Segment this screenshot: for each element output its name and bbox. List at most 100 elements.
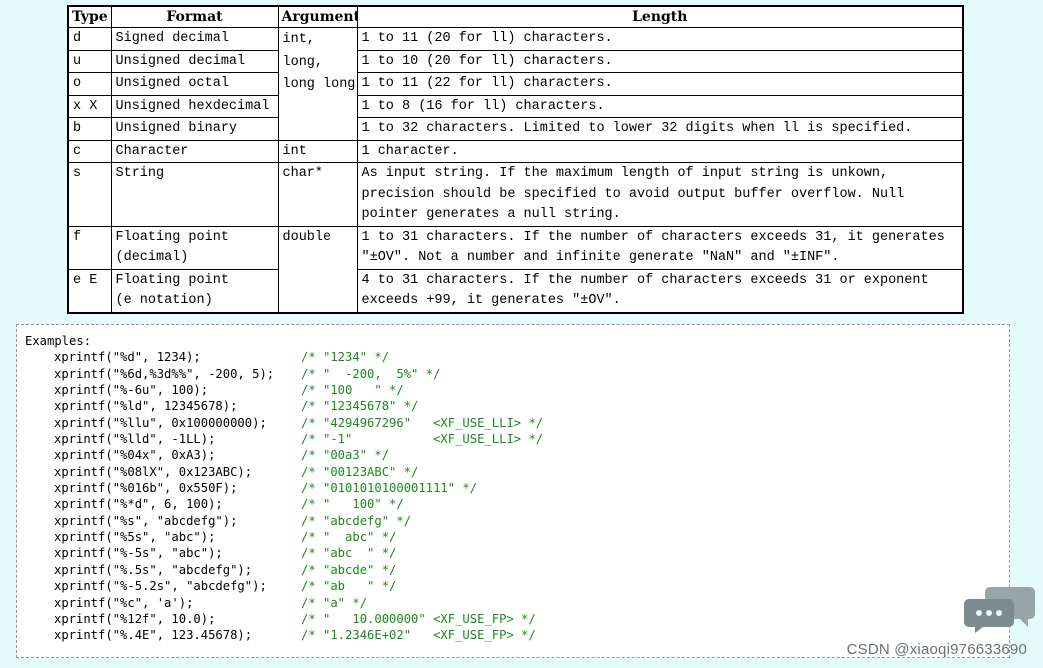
cell-format: Unsigned octal <box>110 72 279 96</box>
example-line: xprintf("%lld", -1LL); /* "-1" <XF_USE_LL… <box>25 431 1009 447</box>
cell-argument-int: int, long, long long <box>277 27 358 141</box>
table-row-c: c Character int 1 character. <box>67 139 964 163</box>
header-argument: Argument <box>277 5 358 28</box>
cell-length: 4 to 31 characters. If the number of cha… <box>356 268 964 313</box>
examples-title: Examples: <box>25 334 92 348</box>
example-comment: /* "abcdefg" */ <box>301 513 412 528</box>
format-line: Floating point <box>115 272 229 288</box>
example-comment: /* "00123ABC" */ <box>301 464 419 479</box>
table-row-b: b Unsigned binary 1 to 32 characters. Li… <box>67 117 964 141</box>
example-line: xprintf("%c", 'a'); /* "a" */ <box>25 595 1009 611</box>
format-line: Floating point <box>115 229 229 245</box>
cell-format: Unsigned hexdecimal <box>110 94 279 118</box>
cell-type: b <box>67 117 112 141</box>
length-line: pointer generates a null string. <box>361 207 621 222</box>
header-length: Length <box>356 5 964 28</box>
length-line: "±OV". Not a number and infinite generat… <box>361 250 840 265</box>
example-line: xprintf("%ld", 12345678); /* "12345678" *… <box>25 398 1009 414</box>
format-line: (e notation) <box>115 293 213 308</box>
example-comment: /* "12345678" */ <box>301 399 419 414</box>
argument-int: int, <box>282 32 315 47</box>
example-code: xprintf("%ld", 12345678); <box>54 399 238 414</box>
table-row-x: x X Unsigned hexdecimal 1 to 8 (16 for l… <box>67 94 964 118</box>
cell-type: d <box>67 27 112 51</box>
cell-format: Floating point (decimal) <box>110 225 279 270</box>
format-line: (decimal) <box>115 250 189 265</box>
cell-type: o <box>67 72 112 96</box>
csdn-watermark: CSDN @xiaoqi976633690 <box>846 641 1027 658</box>
example-line: xprintf("%08lX", 0x123ABC); /* "00123ABC"… <box>25 464 1009 480</box>
argument-long-long: long long <box>282 77 356 92</box>
examples-box: Examples: xprintf("%d", 1234); /* "1234" … <box>16 324 1010 658</box>
example-line: xprintf("%d", 1234); /* "1234" */ <box>25 349 1009 365</box>
example-code: xprintf("%s", "abcdefg"); <box>54 513 238 528</box>
cell-argument: double <box>277 225 358 313</box>
table-header-row: Type Format Argument Length <box>67 5 964 28</box>
cell-length: 1 to 31 characters. If the number of cha… <box>356 225 964 270</box>
example-code: xprintf("%016b", 0x550F); <box>54 481 238 496</box>
header-format: Format <box>110 5 279 28</box>
example-code: xprintf("%lld", -1LL); <box>54 432 216 447</box>
length-line: exceeds +99, it generates "±OV". <box>361 293 621 308</box>
cell-format: Floating point (e notation) <box>110 268 279 313</box>
table-row-f: f Floating point (decimal) double 1 to 3… <box>67 225 964 313</box>
example-comment: /* "1234" */ <box>301 350 390 365</box>
example-comment: /* "00a3" */ <box>301 448 390 463</box>
cell-argument: int <box>277 139 358 163</box>
example-line: xprintf("%5s", "abc"); /* " abc" */ <box>25 529 1009 545</box>
example-comment: /* "-1" <XF_USE_LLI> */ <box>301 432 544 447</box>
chat-dot <box>996 610 1002 616</box>
example-comment: /* " -200, 5%" */ <box>301 366 441 381</box>
example-line: xprintf("%s", "abcdefg"); /* "abcdefg" */ <box>25 513 1009 529</box>
cell-type: x X <box>67 94 112 118</box>
chat-dot <box>986 610 992 616</box>
example-comment: /* "1.2346E+02" <XF_USE_FP> */ <box>301 628 536 643</box>
cell-argument: char* <box>277 162 358 227</box>
cell-format: Signed decimal <box>110 27 279 51</box>
example-code: xprintf("%5s", "abc"); <box>54 530 216 545</box>
table-row-s: s String char* As input string. If the m… <box>67 162 964 227</box>
cell-type: s <box>67 162 112 227</box>
example-comment: /* "100 " */ <box>301 383 404 398</box>
example-line: xprintf("%12f", 10.0); /* " 10.000000" <X… <box>25 611 1009 627</box>
example-comment: /* "a" */ <box>301 595 368 610</box>
cell-type: c <box>67 139 112 163</box>
cell-type: f <box>67 225 112 270</box>
example-comment: /* "0101010100001111" */ <box>301 481 478 496</box>
example-comment: /* " 10.000000" <XF_USE_FP> */ <box>301 611 536 626</box>
table-row-o: o Unsigned octal 1 to 11 (22 for ll) cha… <box>67 72 964 96</box>
argument-long: long, <box>282 54 324 70</box>
example-comment: /* "abcde" */ <box>301 562 397 577</box>
example-code: xprintf("%*d", 6, 100); <box>54 497 223 512</box>
example-comment: /* " abc" */ <box>301 530 397 545</box>
cell-length: 1 to 10 (20 for ll) characters. <box>356 49 964 73</box>
example-line: xprintf("%llu", 0x100000000); /* "4294967… <box>25 415 1009 431</box>
example-line: xprintf("%*d", 6, 100); /* " 100" */ <box>25 496 1009 512</box>
example-comment: /* "ab " */ <box>301 579 397 594</box>
example-code: xprintf("%08lX", 0x123ABC); <box>54 464 253 479</box>
example-code: xprintf("%12f", 10.0); <box>54 611 216 626</box>
cell-format: Character <box>110 139 279 163</box>
example-comment: /* "abc " */ <box>301 546 397 561</box>
cell-length: 1 to 11 (20 for ll) characters. <box>356 27 964 51</box>
example-code: xprintf("%d", 1234); <box>54 350 201 365</box>
chat-dot <box>976 610 982 616</box>
cell-format: Unsigned binary <box>110 117 279 141</box>
cell-length: 1 to 8 (16 for ll) characters. <box>356 94 964 118</box>
example-code: xprintf("%-5s", "abc"); <box>54 546 223 561</box>
example-code: xprintf("%c", 'a'); <box>54 595 194 610</box>
example-line: xprintf("%04x", 0xA3); /* "00a3" */ <box>25 447 1009 463</box>
cell-length: 1 to 11 (22 for ll) characters. <box>356 72 964 96</box>
example-code: xprintf("%6d,%3d%%", -200, 5); <box>54 366 275 381</box>
cell-type: e E <box>67 268 112 313</box>
examples-list: xprintf("%d", 1234); /* "1234" */ xprintf… <box>25 349 1009 643</box>
length-line: 4 to 31 characters. If the number of cha… <box>361 272 929 288</box>
example-line: xprintf("%-5.2s", "abcdefg"); /* "ab " */ <box>25 578 1009 594</box>
example-line: xprintf("%-5s", "abc"); /* "abc " */ <box>25 545 1009 561</box>
example-code: xprintf("%.4E", 123.45678); <box>54 628 253 643</box>
example-code: xprintf("%llu", 0x100000000); <box>54 415 267 430</box>
length-line: As input string. If the maximum length o… <box>361 166 889 181</box>
chat-bubble-icon[interactable] <box>964 585 1036 633</box>
table-row-e: e E Floating point (e notation) 4 to 31 … <box>67 268 964 313</box>
example-comment: /* "4294967296" <XF_USE_LLI> */ <box>301 415 544 430</box>
